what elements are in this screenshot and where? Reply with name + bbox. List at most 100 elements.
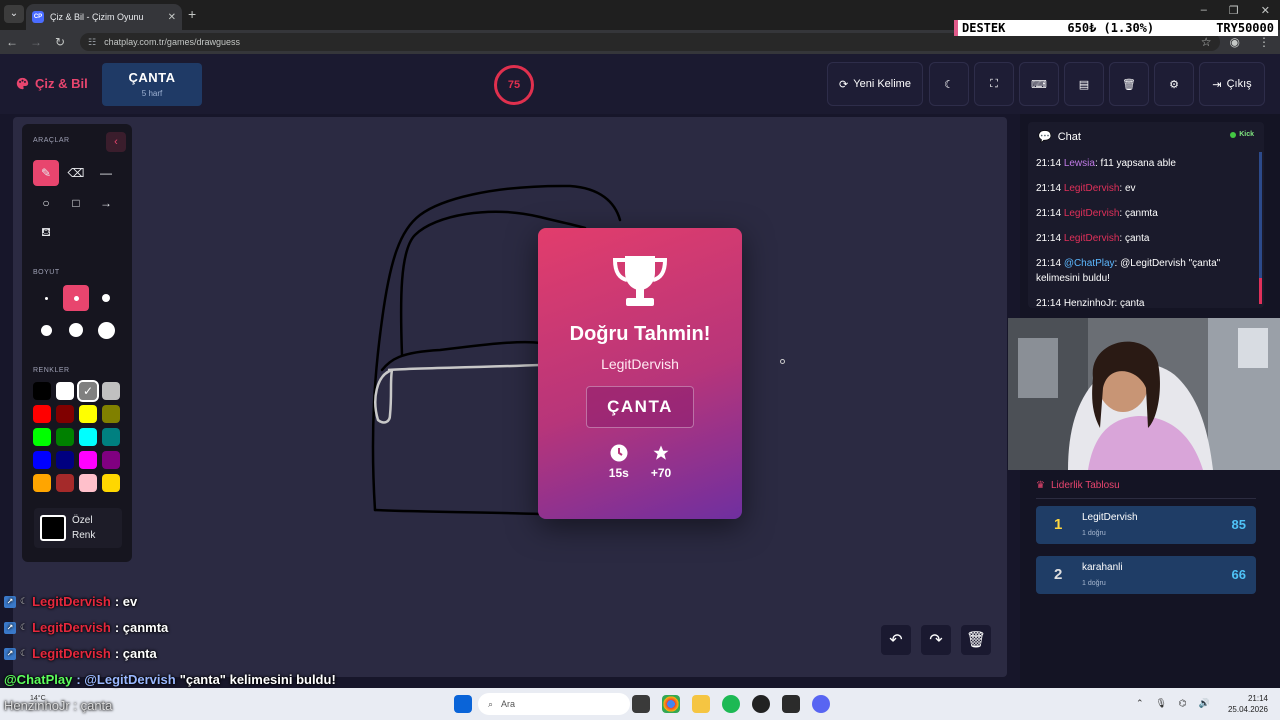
circle-tool[interactable]: ○ xyxy=(33,190,59,216)
clear-canvas-button[interactable]: 🗑 xyxy=(961,625,991,655)
color-swatch[interactable] xyxy=(56,474,74,492)
color-swatch[interactable] xyxy=(33,451,51,469)
chrome-icon[interactable] xyxy=(662,695,680,713)
maximize-icon[interactable]: ❐ xyxy=(1229,4,1239,17)
rectangle-tool[interactable]: □ xyxy=(63,190,89,216)
microphone-icon[interactable]: 🎙 xyxy=(1155,698,1166,709)
overlay-last-message: HenzinhoJr : çanta xyxy=(4,698,113,713)
color-swatch[interactable] xyxy=(102,428,120,446)
color-swatch[interactable] xyxy=(56,405,74,423)
browser-tab[interactable]: CP Çiz & Bil - Çizim Oyunu ✕ xyxy=(26,4,182,30)
color-swatch[interactable]: ✓ xyxy=(77,380,99,402)
chat-user[interactable]: Lewsia xyxy=(1064,158,1095,169)
brand-logo[interactable]: Çiz & Bil xyxy=(16,76,88,91)
forward-icon[interactable]: → xyxy=(24,35,48,49)
chevron-up-icon[interactable]: ⌃ xyxy=(1136,698,1144,709)
color-swatch[interactable] xyxy=(102,474,120,492)
collapse-panel-button[interactable]: ‹ xyxy=(106,132,126,152)
minimize-icon[interactable]: – xyxy=(1201,4,1207,17)
new-tab-button[interactable]: + xyxy=(188,6,196,22)
current-word-card: ÇANTA 5 harf xyxy=(102,63,202,106)
size-3[interactable] xyxy=(93,285,119,311)
chat-user[interactable]: LegitDervish xyxy=(1064,208,1120,219)
color-swatch[interactable] xyxy=(79,474,97,492)
close-tab-icon[interactable]: ✕ xyxy=(168,12,176,23)
color-swatch[interactable] xyxy=(56,428,74,446)
custom-color-button[interactable]: Özel Renk xyxy=(34,508,122,548)
overlay-text: : çanmta xyxy=(114,620,169,635)
chat-user[interactable]: @ChatPlay xyxy=(1064,258,1115,269)
color-swatch[interactable] xyxy=(33,405,51,423)
color-swatch[interactable] xyxy=(102,405,120,423)
leaderboard-row: 2 karahanli 1 doğru 66 xyxy=(1036,556,1256,594)
color-swatch[interactable] xyxy=(56,451,74,469)
color-swatch[interactable] xyxy=(79,428,97,446)
size-1[interactable] xyxy=(33,285,59,311)
fill-tool[interactable]: ⛾ xyxy=(33,220,59,246)
arrow-right-icon: → xyxy=(100,196,112,210)
taskbar-search[interactable]: ⌕ Ara xyxy=(478,693,630,715)
fullscreen-button[interactable]: ⛶ xyxy=(974,62,1014,106)
clear-button[interactable]: 🗑 xyxy=(1109,62,1149,106)
chat-time: 21:14 xyxy=(1036,158,1064,169)
close-window-icon[interactable]: ✕ xyxy=(1261,4,1270,17)
chat-user[interactable]: HenzinhoJr xyxy=(1064,298,1115,309)
size-2[interactable] xyxy=(63,285,89,311)
clock-date: 25.04.2026 xyxy=(1227,705,1268,714)
color-swatch[interactable] xyxy=(102,451,120,469)
volume-icon[interactable]: 🔊 xyxy=(1199,698,1210,709)
exit-button[interactable]: ⇥ Çıkış xyxy=(1199,62,1265,106)
color-swatch[interactable] xyxy=(33,382,51,400)
spotify-icon[interactable] xyxy=(722,695,740,713)
palette-icon xyxy=(16,77,29,90)
chat-scrollbar-thumb[interactable] xyxy=(1259,278,1262,304)
windows-start-icon[interactable] xyxy=(454,695,472,713)
chat-user[interactable]: LegitDervish xyxy=(1064,233,1120,244)
eraser-tool[interactable]: ⌫ xyxy=(63,160,89,186)
bookmark-star-icon[interactable]: ☆ xyxy=(1201,35,1212,49)
keyboard-button[interactable]: ⌨ xyxy=(1019,62,1059,106)
live-dot-icon xyxy=(1230,131,1237,138)
settings-button[interactable]: ⚙ xyxy=(1154,62,1194,106)
task-view-icon[interactable] xyxy=(632,695,650,713)
archive-button[interactable]: ▤ xyxy=(1064,62,1104,106)
terminal-icon[interactable] xyxy=(782,695,800,713)
browser-menu-icon[interactable]: ⋮ xyxy=(1258,35,1270,49)
taskbar-clock[interactable]: 21:14 25.04.2026 xyxy=(1228,693,1268,715)
dark-mode-button[interactable]: ☾ xyxy=(929,62,969,106)
network-icon[interactable]: ⌬ xyxy=(1179,698,1187,709)
discord-icon[interactable] xyxy=(812,695,830,713)
chat-message: 21:14 LegitDervish: çanta xyxy=(1036,231,1258,246)
tab-search-button[interactable]: ⌄ xyxy=(4,5,24,23)
moon-badge-icon: ☾ xyxy=(20,648,29,658)
redo-button[interactable]: ↷ xyxy=(921,625,951,655)
back-icon[interactable]: ← xyxy=(0,35,24,49)
profile-icon[interactable]: ◉ xyxy=(1230,35,1240,49)
color-swatch[interactable] xyxy=(102,382,120,400)
file-explorer-icon[interactable] xyxy=(692,695,710,713)
overlay-announcement: @ChatPlay : @LegitDervish "çanta" kelime… xyxy=(4,672,336,687)
arrow-tool[interactable]: → xyxy=(93,190,119,216)
custom-color-label-line-2: Renk xyxy=(72,530,96,541)
color-swatch[interactable] xyxy=(79,405,97,423)
color-swatch[interactable] xyxy=(33,474,51,492)
reload-icon[interactable]: ↻ xyxy=(48,35,72,49)
undo-button[interactable]: ↶ xyxy=(881,625,911,655)
chat-user[interactable]: LegitDervish xyxy=(1064,183,1120,194)
site-info-icon[interactable]: ☷ xyxy=(88,37,96,48)
new-word-button[interactable]: ⟳ Yeni Kelime xyxy=(827,62,923,106)
address-bar-actions: ☆ ◉ ⋮ xyxy=(1201,35,1270,49)
chat-time: 21:14 xyxy=(1036,298,1064,309)
size-4[interactable] xyxy=(33,317,59,343)
leaderboard-name: karahanli xyxy=(1082,562,1123,573)
tools-section-label: ARAÇLAR xyxy=(33,137,70,144)
new-word-label: Yeni Kelime xyxy=(853,78,911,90)
obs-icon[interactable] xyxy=(752,695,770,713)
color-swatch[interactable] xyxy=(56,382,74,400)
color-swatch[interactable] xyxy=(79,451,97,469)
brush-tool[interactable]: ✎ xyxy=(33,160,59,186)
size-6[interactable] xyxy=(93,317,119,343)
color-swatch[interactable] xyxy=(33,428,51,446)
size-5[interactable] xyxy=(63,317,89,343)
line-tool[interactable]: — xyxy=(93,160,119,186)
